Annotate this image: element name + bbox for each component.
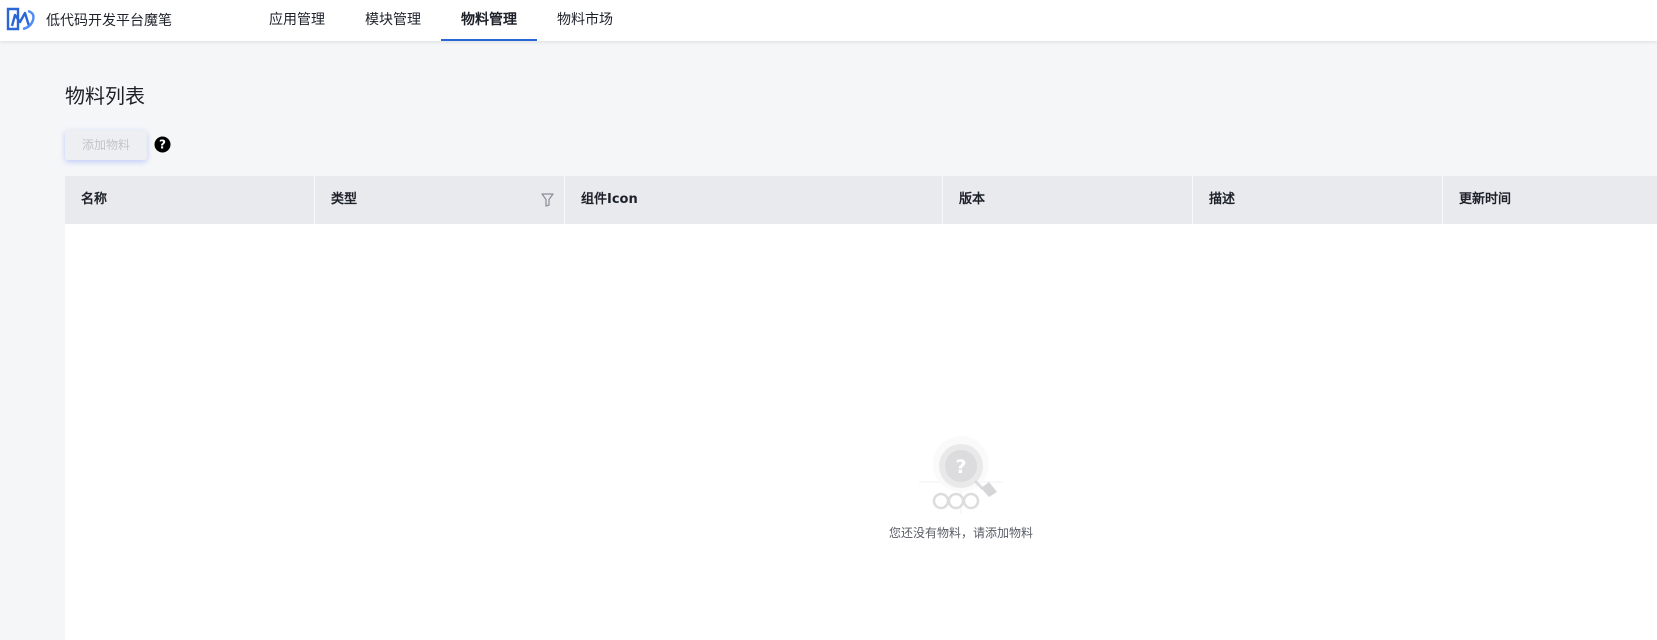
table-header: 名称 类型 组件Icon 版本 描述 更新时间 bbox=[65, 176, 1657, 224]
empty-state-text: 您还没有物料，请添加物料 bbox=[888, 526, 1033, 540]
column-header-description: 描述 bbox=[1193, 176, 1443, 224]
svg-text:?: ? bbox=[159, 138, 166, 152]
nav-item-app-management[interactable]: 应用管理 bbox=[249, 0, 345, 41]
page-title: 物料列表 bbox=[65, 84, 145, 108]
filter-icon[interactable] bbox=[541, 193, 554, 207]
column-header-name: 名称 bbox=[65, 176, 315, 224]
column-header-type-label: 类型 bbox=[331, 192, 358, 207]
column-header-version: 版本 bbox=[943, 176, 1193, 224]
material-table: 名称 类型 组件Icon 版本 描述 更新时间 ? 您还没有物料，请添加物料 bbox=[65, 176, 1657, 640]
add-material-button[interactable]: 添加物料 bbox=[65, 130, 147, 160]
nav-item-material-market[interactable]: 物料市场 bbox=[537, 0, 633, 41]
brand-title: 低代码开发平台魔笔 bbox=[46, 13, 172, 29]
column-header-type: 类型 bbox=[315, 176, 565, 224]
logo-icon[interactable] bbox=[6, 5, 36, 33]
nav-item-material-management[interactable]: 物料管理 bbox=[441, 0, 537, 41]
top-navbar: 低代码开发平台魔笔 应用管理 模块管理 物料管理 物料市场 bbox=[0, 0, 1657, 41]
main-nav: 应用管理 模块管理 物料管理 物料市场 bbox=[249, 0, 633, 41]
svg-text:?: ? bbox=[955, 456, 966, 478]
nav-item-module-management[interactable]: 模块管理 bbox=[345, 0, 441, 41]
help-icon[interactable]: ? bbox=[154, 136, 171, 153]
column-header-component-icon: 组件Icon bbox=[565, 176, 943, 224]
empty-state-icon: ? bbox=[919, 436, 1003, 514]
empty-state: ? 您还没有物料，请添加物料 bbox=[881, 432, 1041, 541]
column-header-updated-time: 更新时间 bbox=[1459, 192, 1512, 207]
